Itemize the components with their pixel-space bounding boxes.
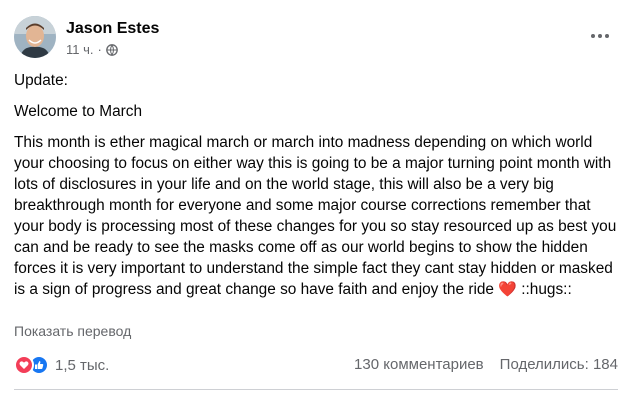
post-time[interactable]: 11 ч.	[66, 42, 94, 57]
meta-separator: ·	[97, 42, 102, 57]
message-text: This month is ether magical march or mar…	[14, 134, 617, 298]
comments-count[interactable]: 130 комментариев	[354, 356, 484, 373]
engagement-stats: 130 комментариев Поделились: 184	[354, 356, 618, 373]
welcome-line: Welcome to March	[14, 103, 143, 120]
love-reaction-icon	[14, 355, 34, 375]
ellipsis-icon	[591, 34, 595, 38]
see-translation-link[interactable]: Показать перевод	[14, 323, 131, 339]
heart-emoji: ❤️	[498, 281, 517, 298]
reactions-count: 1,5 тыс.	[55, 356, 110, 374]
hugs-text: ::hugs::	[516, 281, 572, 298]
reactions-summary[interactable]: 1,5 тыс.	[14, 355, 109, 375]
more-options-button[interactable]	[588, 26, 612, 46]
globe-icon[interactable]	[105, 43, 118, 56]
facebook-post: Jason Estes 11 ч. · Update: Welcome to M…	[0, 0, 632, 400]
post-message: This month is ether magical march or mar…	[14, 132, 618, 300]
author-name[interactable]: Jason Estes	[66, 20, 159, 38]
post-meta: 11 ч. ·	[66, 42, 118, 57]
divider	[14, 389, 618, 390]
post-body: Update: Welcome to March This month is e…	[14, 70, 618, 300]
avatar-photo	[14, 16, 56, 58]
update-line: Update:	[14, 72, 68, 89]
avatar[interactable]	[14, 16, 56, 58]
engagement-bar: 1,5 тыс. 130 комментариев Поделились: 18…	[14, 353, 618, 377]
shares-count[interactable]: Поделились: 184	[500, 356, 618, 373]
post-header: Jason Estes 11 ч. ·	[14, 16, 618, 62]
